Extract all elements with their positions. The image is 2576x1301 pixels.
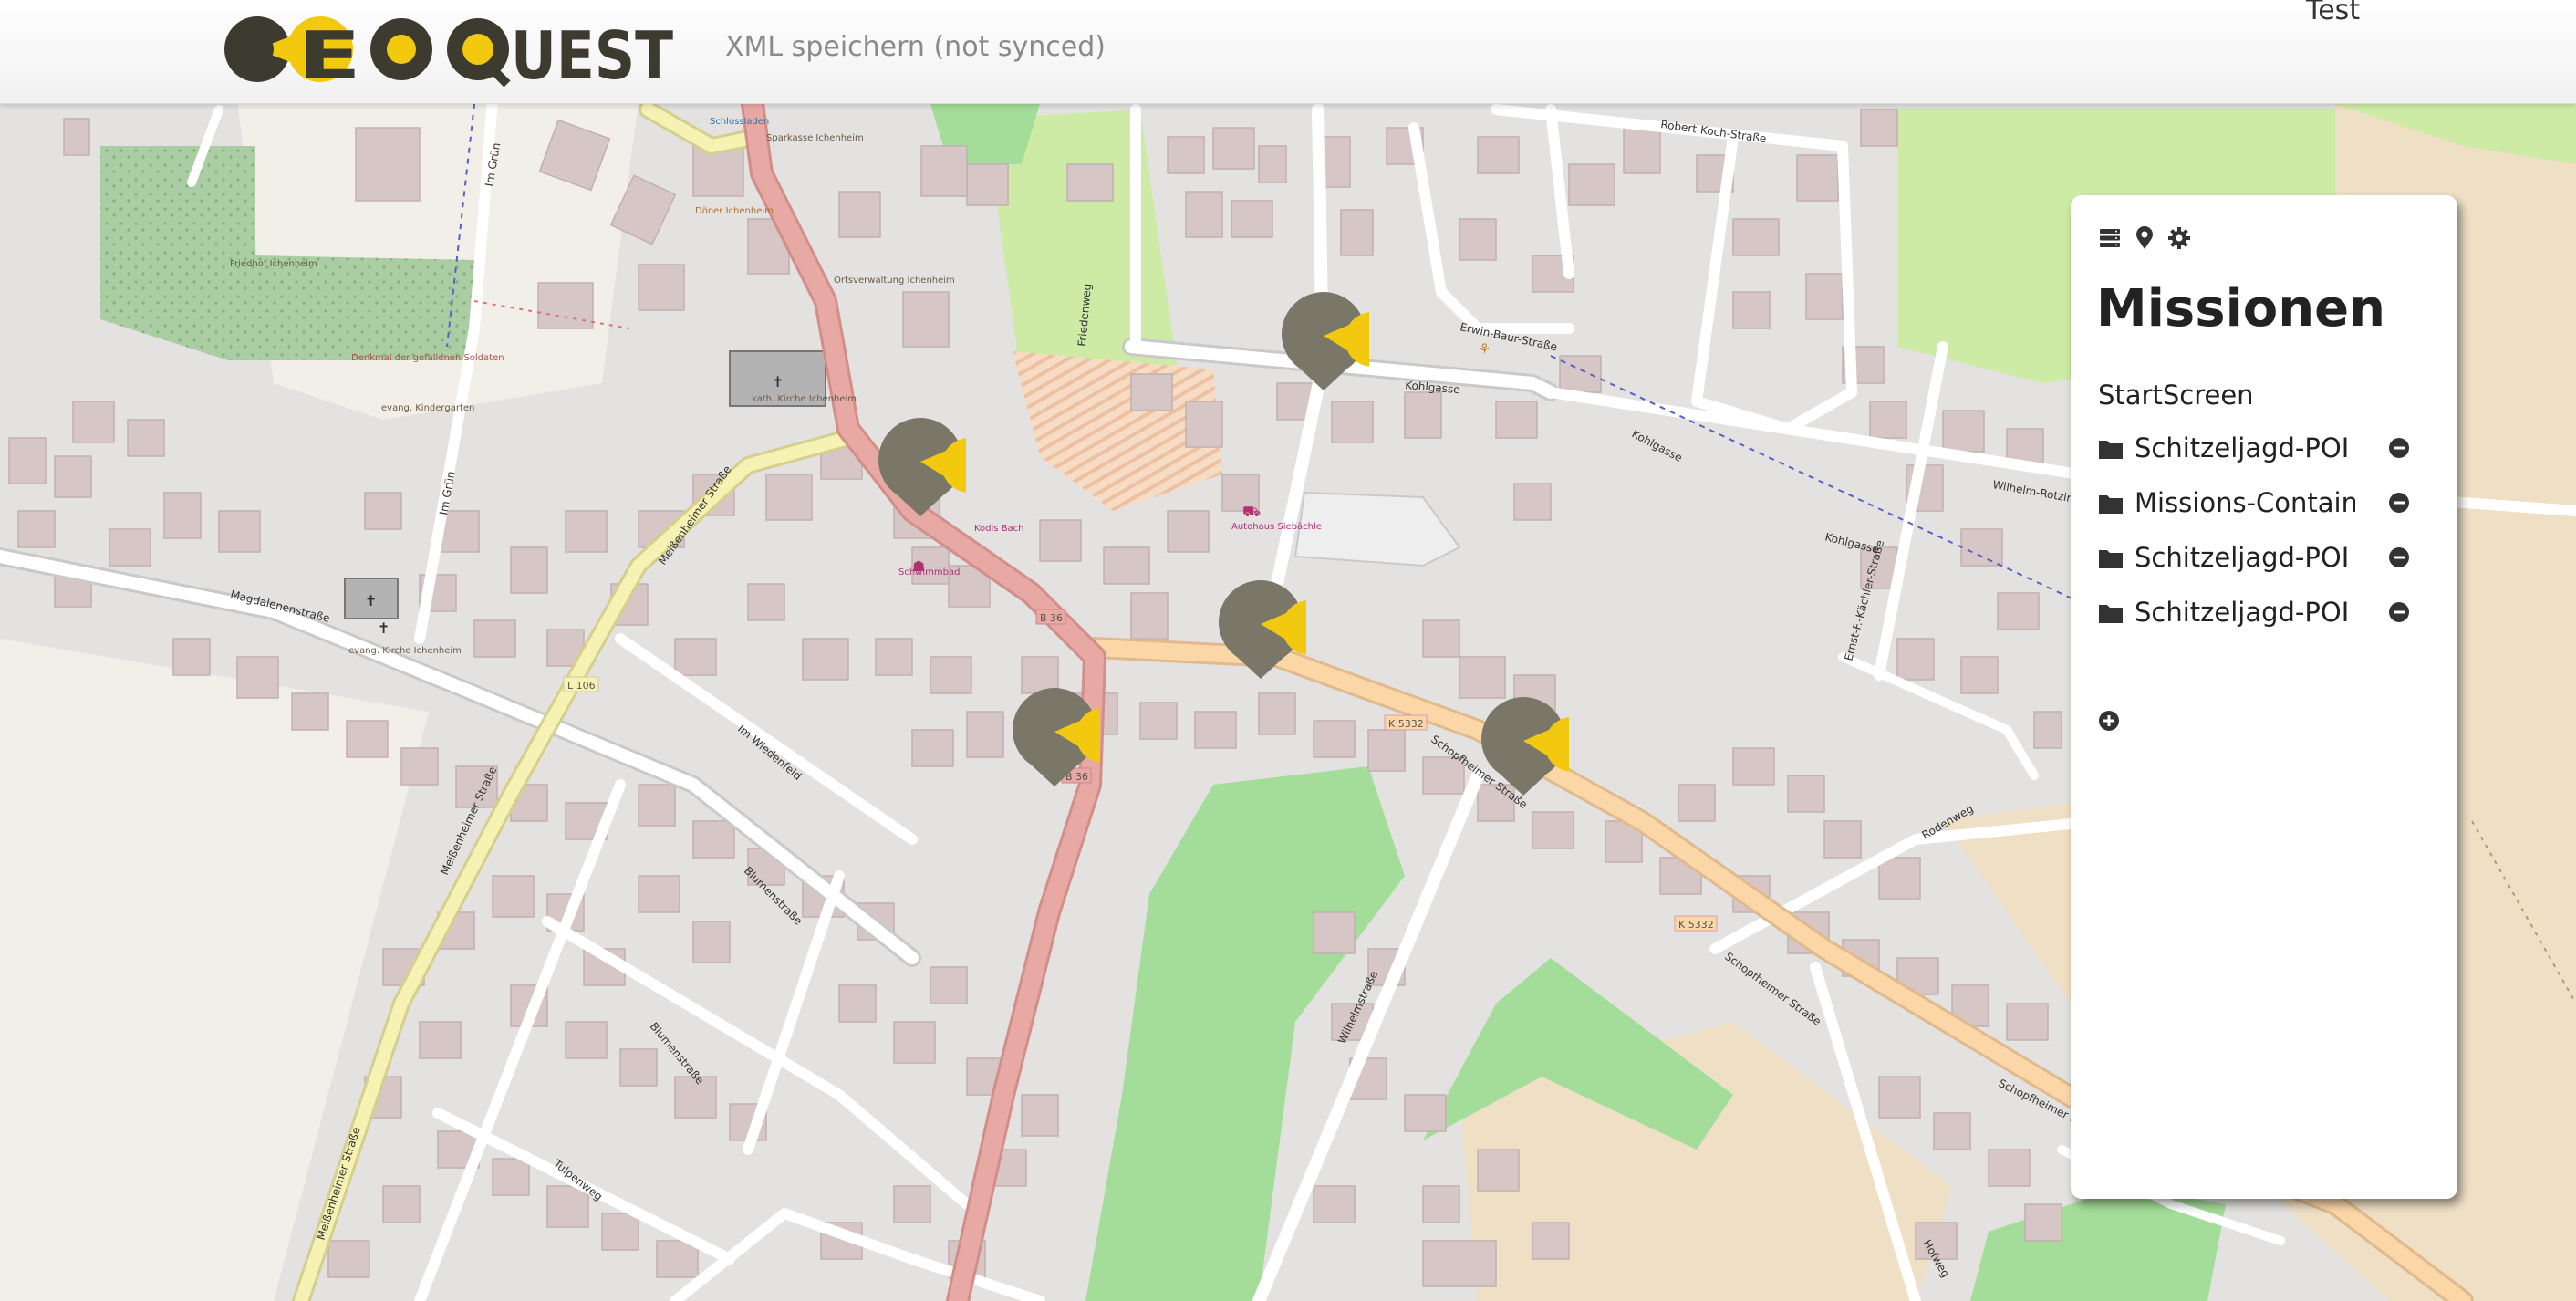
map-marker[interactable] [1478, 695, 1569, 799]
sync-status[interactable]: XML speichern (not synced) [725, 31, 1106, 63]
poi-label: Döner Ichenheim [695, 206, 774, 216]
shop-icon: ☗ [912, 557, 925, 575]
map-pin-icon[interactable] [2133, 226, 2156, 250]
poi-label: Friedhof Ichenheim [230, 259, 317, 269]
mission-label[interactable]: Schitzeljagd-POI [2135, 432, 2355, 463]
folder-icon [2099, 550, 2123, 568]
map-marker[interactable] [1215, 578, 1306, 682]
remove-mission-icon[interactable] [2388, 437, 2410, 459]
svg-text:UEST: UEST [511, 17, 673, 89]
church-icon: ✝ [365, 592, 377, 609]
church-icon: ✝ [378, 619, 390, 637]
gear-icon[interactable] [2167, 226, 2191, 250]
poi-label: Denkmal der gefallenen Soldaten [351, 353, 504, 363]
road-ref-k5332: K 5332 [1388, 718, 1424, 730]
road-ref-k5332: K 5332 [1678, 919, 1714, 931]
poi-label: Sparkasse Ichenheim [766, 133, 864, 143]
poi-label: evang. Kirche Ichenheim [348, 646, 462, 656]
poi-label: evang. Kindergarten [381, 403, 474, 413]
poi-label: kath. Kirche Ichenheim [752, 394, 857, 404]
car-icon: ⛟ [1242, 503, 1261, 520]
panel-toolbar [2098, 224, 2202, 252]
header-bar: E UEST XML speichern (not synced) Test [0, 0, 2576, 104]
folder-icon [2099, 495, 2123, 514]
panel-title: Missionen [2096, 279, 2385, 338]
remove-mission-icon[interactable] [2388, 546, 2410, 568]
mission-item[interactable]: Schitzeljagd-POI [2098, 597, 2436, 633]
mission-label[interactable]: Missions-Container [2135, 487, 2355, 518]
remove-mission-icon[interactable] [2388, 601, 2410, 623]
church-icon: ✝ [772, 373, 784, 390]
poi-label: Autohaus Siebächle [1231, 522, 1322, 532]
mission-item[interactable]: Missions-Container [2098, 487, 2436, 524]
map-marker[interactable] [875, 416, 966, 520]
start-screen-link[interactable]: StartScreen [2098, 380, 2254, 411]
map-marker[interactable] [1009, 686, 1100, 790]
poi-label: Kodis Bach [974, 524, 1024, 534]
road-ref-b36: B 36 [1040, 612, 1063, 624]
folder-icon [2099, 605, 2123, 623]
mission-item[interactable]: Schitzeljagd-POI [2098, 432, 2436, 469]
plus-circle-icon[interactable] [2098, 710, 2120, 732]
user-label[interactable]: Test [2306, 0, 2360, 26]
poi-label: Schlossladen [710, 117, 769, 127]
playground-icon: ⚘ [1478, 340, 1491, 358]
map-marker[interactable] [1278, 290, 1369, 394]
svg-text:E: E [297, 17, 361, 89]
mission-label[interactable]: Schitzeljagd-POI [2135, 542, 2355, 573]
poi-label: Ortsverwaltung Ichenheim [834, 276, 955, 286]
mission-label[interactable]: Schitzeljagd-POI [2135, 597, 2355, 628]
missions-panel: Missionen StartScreen Schitzeljagd-POI M… [2071, 195, 2457, 1199]
folder-icon [2099, 441, 2123, 459]
geoquest-logo[interactable]: E UEST [223, 9, 675, 89]
remove-mission-icon[interactable] [2388, 492, 2410, 514]
poi-label: Schwimmbad [898, 567, 960, 578]
road-ref-l106: L 106 [567, 680, 596, 692]
mission-item[interactable]: Schitzeljagd-POI [2098, 542, 2436, 578]
server-stack-icon[interactable] [2098, 226, 2122, 250]
